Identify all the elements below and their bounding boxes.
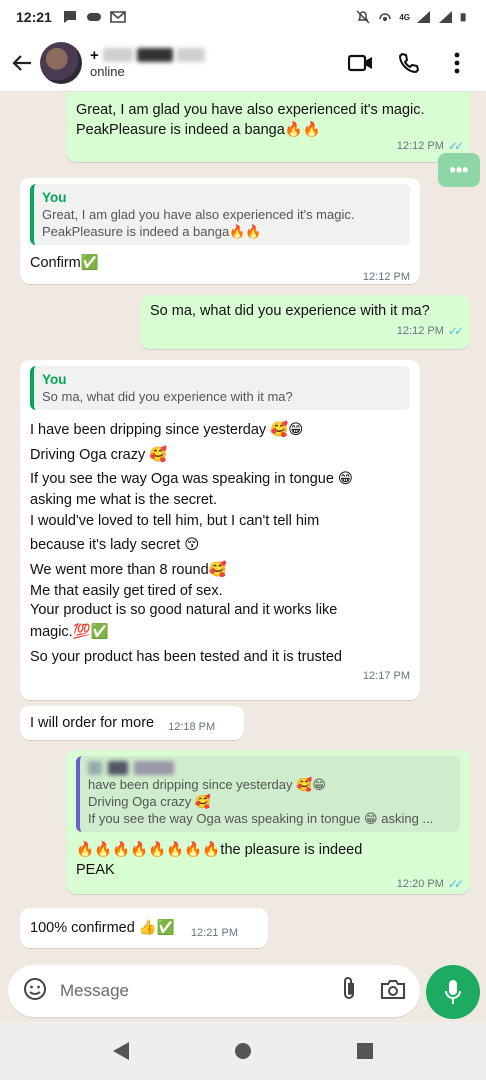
message-outgoing[interactable]: So ma, what did you experience with it m… xyxy=(140,295,470,349)
gmail-icon xyxy=(110,11,126,23)
quote-author: You xyxy=(42,372,67,387)
contact-name-prefix: + xyxy=(90,46,99,64)
message-text: because it's lady secret 😚 xyxy=(30,537,200,553)
quote-text: If you see the way Oga was speaking in t… xyxy=(88,811,434,826)
microphone-icon xyxy=(445,980,461,1004)
quote-text: have been dripping since yesterday 🥰😁 xyxy=(88,777,326,792)
message-input[interactable]: Message xyxy=(60,981,129,1001)
status-time: 12:21 xyxy=(16,9,52,25)
quote-text: Great, I am glad you have also experienc… xyxy=(42,207,355,222)
read-receipt-icon: ✓✓ xyxy=(447,324,464,338)
quote-text: PeakPleasure is indeed a banga🔥🔥 xyxy=(42,224,262,239)
message-composer[interactable]: Message xyxy=(8,965,420,1017)
redacted-block xyxy=(102,48,133,62)
attach-icon[interactable] xyxy=(340,976,358,1007)
quoted-message[interactable]: You So ma, what did you experience with … xyxy=(30,366,410,410)
quoted-message[interactable]: You Great, I am glad you have also exper… xyxy=(30,184,410,245)
message-text: I have been dripping since yesterday 🥰😁 xyxy=(30,422,304,438)
quote-author-redacted xyxy=(88,761,452,775)
avatar[interactable] xyxy=(40,41,82,84)
chat-area[interactable]: Great, I am glad you have also experienc… xyxy=(0,92,486,962)
message-incoming[interactable]: I will order for more 12:18 PM xyxy=(20,706,244,740)
message-outgoing[interactable]: Great, I am glad you have also experienc… xyxy=(66,92,470,162)
message-time: 12:21 PM xyxy=(190,927,239,939)
quoted-message[interactable]: have been dripping since yesterday 🥰😁 Dr… xyxy=(76,756,460,832)
mic-button[interactable] xyxy=(426,965,480,1019)
message-meta: 12:12 PM ✓✓ xyxy=(150,321,464,341)
message-incoming[interactable]: You Great, I am glad you have also exper… xyxy=(20,178,420,284)
contact-status: online xyxy=(90,64,125,79)
message-text: If you see the way Oga was speaking in t… xyxy=(30,471,354,487)
battery-icon xyxy=(460,13,466,22)
gamepad-icon xyxy=(86,13,101,21)
contact-info[interactable]: + online xyxy=(90,46,205,79)
system-nav-bar xyxy=(0,1022,486,1080)
redacted-block xyxy=(136,48,173,62)
redacted-block xyxy=(176,48,205,62)
message-time: 12:18 PM xyxy=(168,721,216,733)
nav-recents-icon[interactable] xyxy=(356,1042,374,1060)
chat-header: + online xyxy=(0,34,486,92)
message-text: asking me what is the secret. xyxy=(30,491,217,508)
message-text: We went more than 8 round🥰 xyxy=(30,561,227,578)
chat-bubble-icon xyxy=(63,11,76,23)
message-incoming[interactable]: You So ma, what did you experience with … xyxy=(20,360,420,700)
quote-text: Driving Oga crazy 🥰 xyxy=(88,794,212,809)
signal-icon-2 xyxy=(439,11,452,23)
message-text: 100% confirmed 👍✅ xyxy=(30,920,175,936)
more-options-icon[interactable] xyxy=(444,50,470,76)
message-text: I will order for more xyxy=(30,715,155,731)
contact-name: + xyxy=(90,46,205,64)
message-text: So ma, what did you experience with it m… xyxy=(150,303,430,319)
nav-back-icon[interactable] xyxy=(112,1041,130,1061)
message-text: Your product is so good natural and it w… xyxy=(30,602,338,618)
message-text: So your product has been tested and it i… xyxy=(30,648,342,665)
sticker-icon[interactable] xyxy=(22,976,48,1007)
message-time: 12:12 PM xyxy=(396,140,444,152)
read-receipt-icon: ✓✓ xyxy=(447,877,464,891)
message-meta: 12:20 PM ✓✓ xyxy=(76,874,464,894)
camera-icon[interactable] xyxy=(380,977,406,1006)
quote-author: You xyxy=(42,190,67,205)
message-text: Great, I am glad you have also experienc… xyxy=(76,102,425,118)
message-text: I would've loved to tell him, but I can'… xyxy=(30,512,320,529)
message-text: Driving Oga crazy 🥰 xyxy=(30,446,168,463)
message-time: 12:20 PM xyxy=(396,878,444,890)
nav-home-icon[interactable] xyxy=(234,1042,252,1060)
message-text: 🔥🔥🔥🔥🔥🔥🔥🔥the pleasure is indeed xyxy=(76,842,363,858)
hotspot-icon xyxy=(379,13,392,21)
message-text: magic.💯✅ xyxy=(30,624,109,640)
signal-icon xyxy=(417,11,430,23)
quote-text: So ma, what did you experience with it m… xyxy=(42,389,293,404)
voice-call-icon[interactable] xyxy=(396,50,422,76)
message-time: 12:12 PM xyxy=(396,325,444,337)
message-outgoing[interactable]: have been dripping since yesterday 🥰😁 Dr… xyxy=(66,750,470,894)
message-incoming[interactable]: 100% confirmed 👍✅ 12:21 PM xyxy=(20,908,268,948)
status-bar: 12:21 4G xyxy=(0,0,486,34)
back-arrow-icon[interactable] xyxy=(4,45,40,81)
video-call-icon[interactable] xyxy=(348,50,374,76)
message-time: 12:12 PM xyxy=(362,271,410,283)
network-type: 4G xyxy=(399,12,410,22)
more-actions-button[interactable]: ••• xyxy=(438,153,480,187)
message-text: Me that easily get tired of sex. xyxy=(30,583,223,599)
message-time: 12:17 PM xyxy=(362,670,410,682)
message-meta: 12:17 PM xyxy=(30,669,410,683)
mute-icon xyxy=(356,10,370,24)
